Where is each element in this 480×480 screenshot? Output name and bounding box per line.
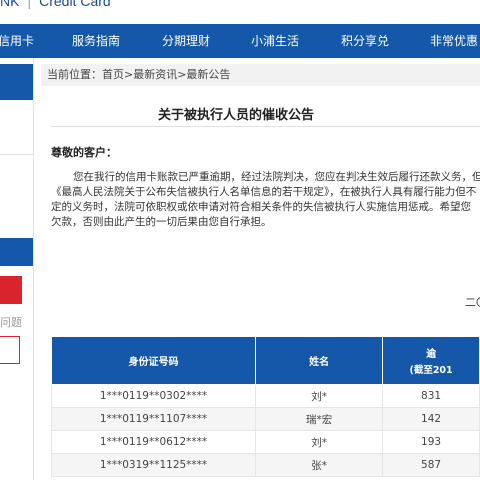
cell-amount: 142 [382, 407, 480, 431]
nav-item-service-guide[interactable]: 服务指南 [72, 24, 120, 58]
debtor-table: 身份证号码 姓名 逾 (截至201 1***0119**0302**** 刘* … [51, 336, 480, 477]
main-nav: 信用卡 服务指南 分期理财 小浦生活 积分享兑 非常优惠 [0, 24, 480, 58]
main-content: 当前位置：首页>最新资讯>最新公告 关于被执行人员的催收公告 尊敬的客户： 您在… [41, 58, 480, 480]
cell-amount: 587 [382, 453, 480, 477]
nav-item-life[interactable]: 小浦生活 [251, 24, 299, 58]
cell-amount: 193 [382, 430, 480, 454]
brand-separator: | [27, 0, 32, 9]
column-header-id: 身份证号码 [51, 336, 256, 385]
sidebar-blue-block[interactable] [0, 64, 33, 100]
cell-id: 1***0119**0612**** [51, 430, 256, 454]
paragraph-line: 定的义务时，法院可依职权或依申请对符合相关条件的失信被执行人实施信用惩戒。希望您 [51, 201, 471, 213]
column-header-amount-sub: (截至201 [409, 365, 453, 376]
cell-name: 刘* [254, 384, 384, 408]
column-header-amount: 逾 (截至201 [382, 336, 480, 385]
notice-paragraph: 您在我行的信用卡账款已严重逾期，经过法院判决，您应在判决生效后履行还款义务，但 … [51, 170, 480, 230]
cell-name: 瑞*宏 [254, 407, 384, 431]
brand-left-text: NK [0, 0, 20, 9]
notice-date: 二〇 [465, 296, 480, 309]
sidebar-red-button[interactable] [0, 276, 22, 304]
table-row: 1***0119**0612**** 刘* 193 [51, 430, 480, 454]
page-title: 关于被执行人员的催收公告 [157, 108, 314, 123]
paragraph-line: 您在我行的信用卡账款已严重逾期，经过法院判决，您应在判决生效后履行还款义务，但 [73, 171, 480, 183]
sidebar-question-text[interactable]: 问题 [0, 314, 22, 330]
cell-name: 张* [254, 453, 384, 477]
cell-name: 刘* [254, 430, 384, 454]
brand-right-text: Credit Card [39, 0, 111, 9]
brand-logo[interactable]: NK | Credit Card [0, 0, 111, 9]
site-header: NK | Credit Card [0, 0, 480, 24]
table-row: 1***0319**1125**** 张* 587 [51, 453, 480, 477]
table-header-row: 身份证号码 姓名 逾 (截至201 [51, 336, 480, 385]
sidebar-divider [0, 154, 33, 155]
paragraph-line: 欠款，否则由此产生的一切后果由您自行承担。 [51, 216, 272, 228]
column-header-amount-label: 逾 [426, 349, 437, 360]
greeting-text: 尊敬的客户： [51, 146, 117, 159]
nav-item-installment[interactable]: 分期理财 [162, 24, 210, 58]
paragraph-line: 《最高人民法院关于公布失信被执行人名单信息的若干规定》，在被执行人具有履行能力但… [51, 186, 477, 198]
sidebar-outline-button[interactable] [0, 336, 20, 364]
title-divider [51, 126, 480, 127]
cell-amount: 831 [382, 384, 480, 408]
left-sidebar: 问题 [0, 58, 34, 480]
cell-id: 1***0119**1107**** [51, 407, 256, 431]
nav-item-credit-card[interactable]: 信用卡 [0, 24, 34, 58]
sidebar-blue-tab[interactable] [0, 238, 33, 266]
cell-id: 1***0119**0302**** [51, 384, 256, 408]
table-row: 1***0119**0302**** 刘* 831 [51, 384, 480, 408]
nav-item-points[interactable]: 积分享兑 [341, 24, 389, 58]
nav-item-offers[interactable]: 非常优惠 [430, 24, 478, 58]
cell-id: 1***0319**1125**** [51, 453, 256, 477]
column-header-name: 姓名 [254, 336, 384, 385]
table-row: 1***0119**1107**** 瑞*宏 142 [51, 407, 480, 431]
breadcrumb: 当前位置：首页>最新资讯>最新公告 [41, 64, 480, 86]
